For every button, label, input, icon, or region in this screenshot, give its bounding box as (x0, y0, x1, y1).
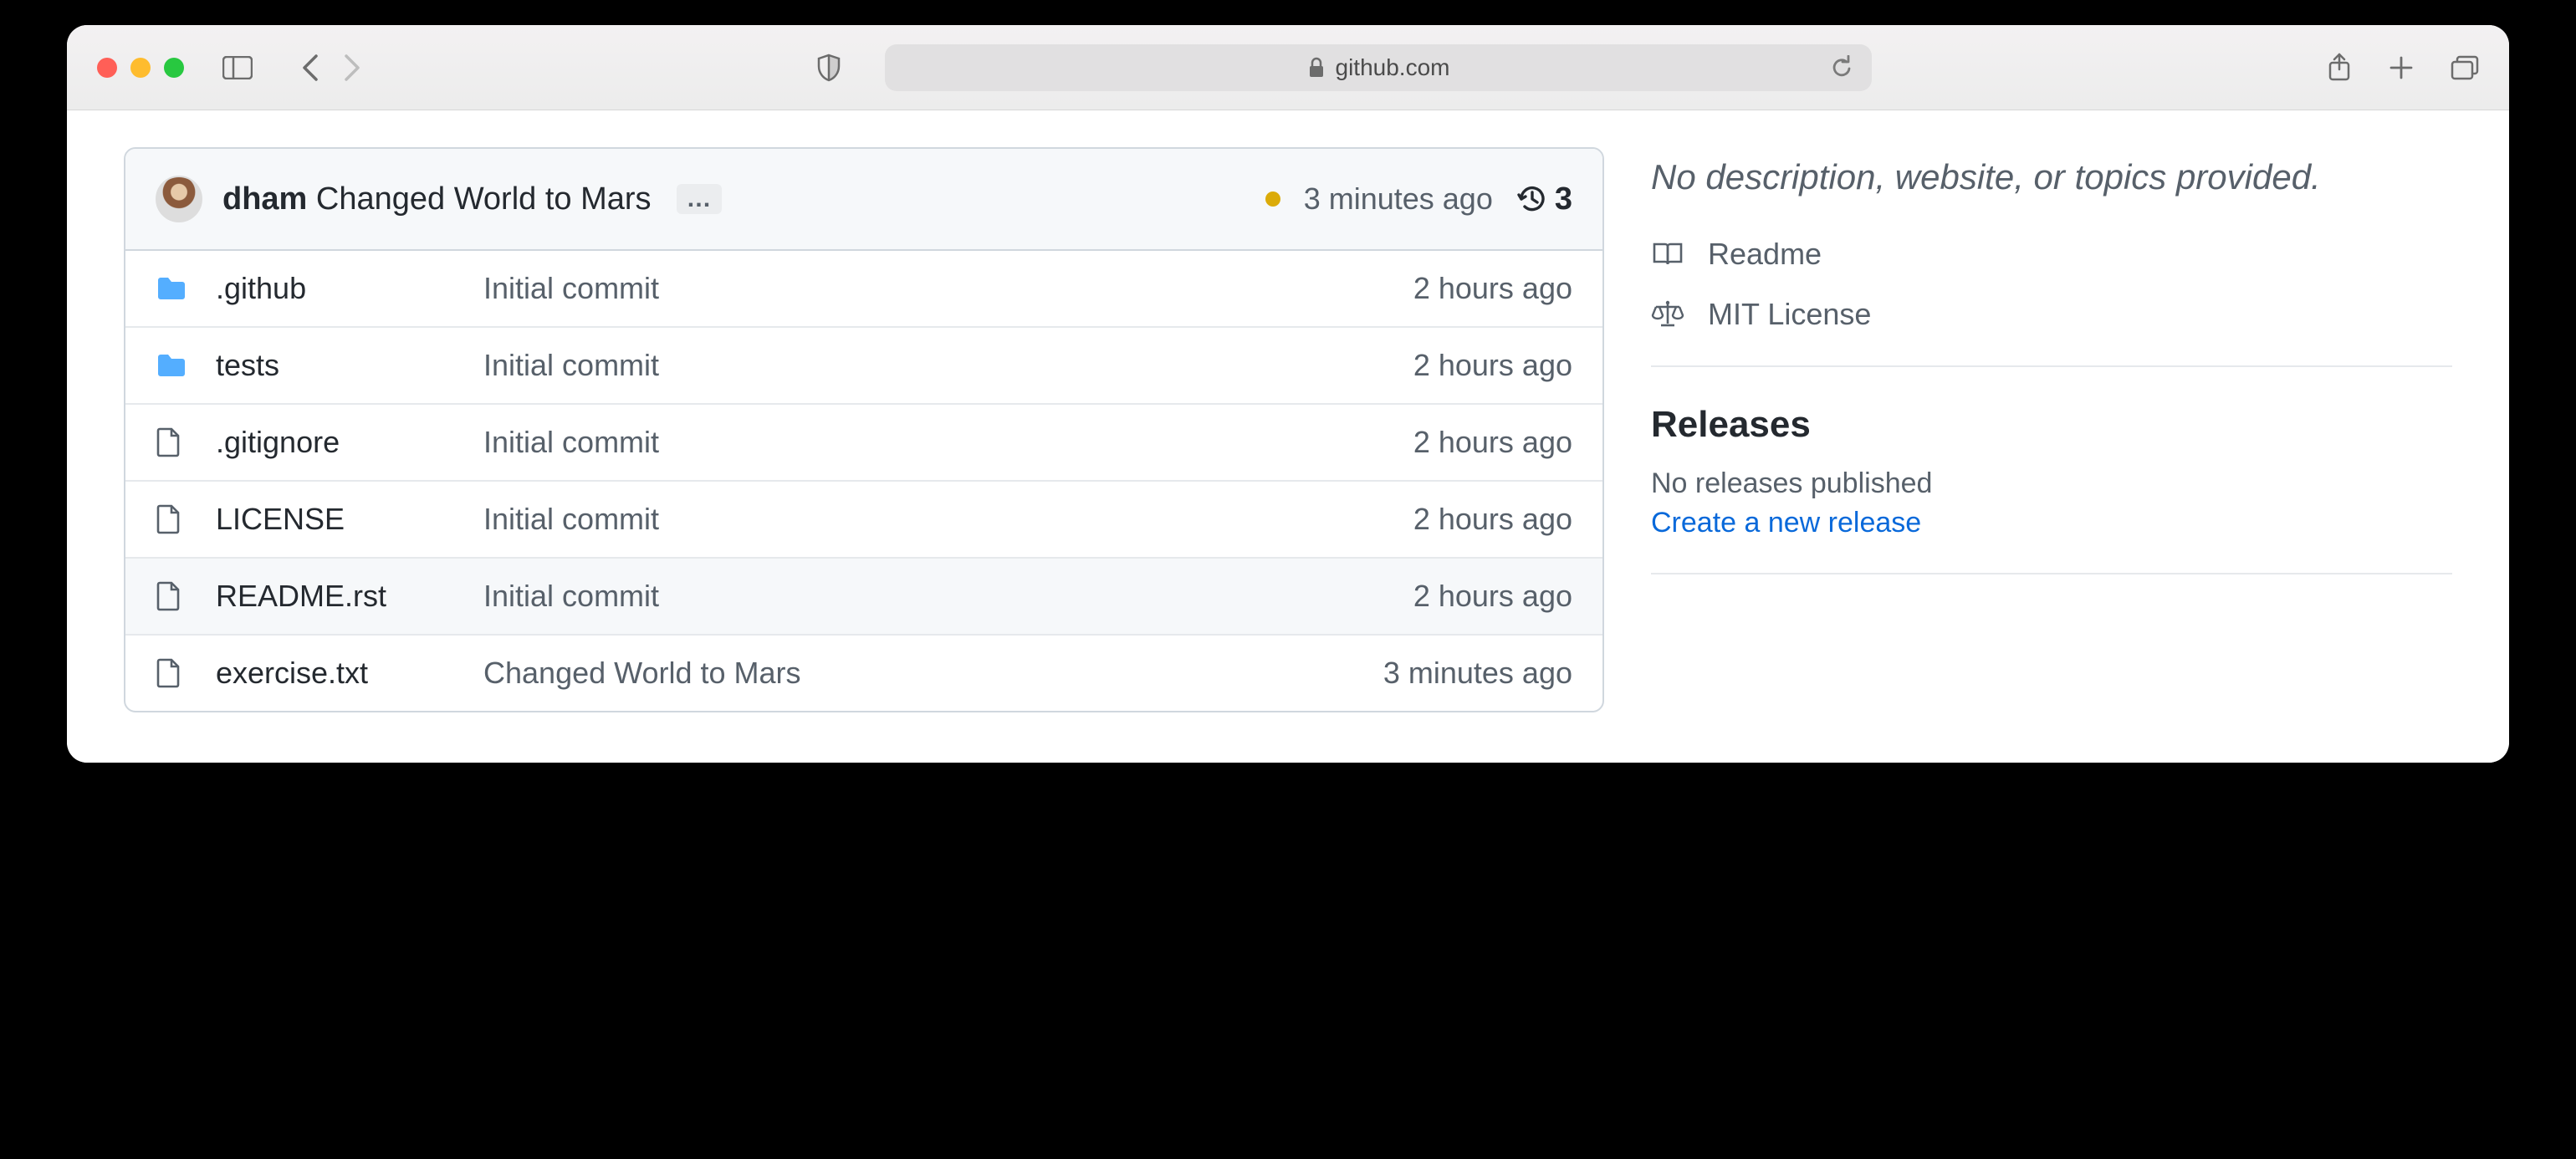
law-icon (1651, 300, 1684, 329)
commit-details-button[interactable]: … (677, 184, 722, 214)
file-name[interactable]: tests (216, 348, 483, 383)
file-icon (156, 580, 192, 612)
window-controls (97, 58, 184, 78)
url-host: github.com (1336, 54, 1450, 81)
repo-sidebar: No description, website, or topics provi… (1651, 147, 2452, 712)
minimize-window-button[interactable] (130, 58, 151, 78)
file-commit-message[interactable]: Initial commit (483, 348, 1413, 383)
lock-icon (1307, 57, 1326, 79)
license-label: MIT License (1708, 297, 1871, 332)
about-text: No description, website, or topics provi… (1651, 152, 2452, 203)
readme-link[interactable]: Readme (1651, 237, 2452, 272)
new-tab-button[interactable] (2389, 53, 2414, 83)
file-row[interactable]: .gitignoreInitial commit2 hours ago (125, 405, 1602, 482)
nav-arrows (301, 54, 361, 81)
avatar[interactable] (156, 176, 202, 222)
file-commit-time[interactable]: 3 minutes ago (1383, 656, 1572, 691)
file-name[interactable]: LICENSE (216, 502, 483, 537)
create-release-link[interactable]: Create a new release (1651, 507, 2452, 539)
divider (1651, 365, 2452, 367)
sidebar-toggle-button[interactable] (222, 56, 253, 79)
file-row[interactable]: exercise.txtChanged World to Mars3 minut… (125, 636, 1602, 711)
commit-message-text: Changed World to Mars (316, 181, 652, 217)
folder-icon (156, 352, 192, 379)
tabs-overview-button[interactable] (2451, 53, 2479, 83)
browser-toolbar: github.com (67, 25, 2509, 110)
history-icon (1516, 183, 1548, 215)
latest-commit-bar: dham Changed World to Mars … 3 minutes a… (125, 149, 1602, 251)
book-icon (1651, 241, 1684, 268)
file-row[interactable]: README.rstInitial commit2 hours ago (125, 559, 1602, 636)
file-row[interactable]: .githubInitial commit2 hours ago (125, 251, 1602, 328)
file-commit-time[interactable]: 2 hours ago (1413, 579, 1572, 614)
commits-history-link[interactable]: 3 (1516, 181, 1572, 217)
releases-heading: Releases (1651, 404, 2452, 446)
page-content: dham Changed World to Mars … 3 minutes a… (67, 110, 2509, 763)
file-commit-time[interactable]: 2 hours ago (1413, 425, 1572, 460)
commit-time[interactable]: 3 minutes ago (1304, 181, 1493, 217)
reload-button[interactable] (1830, 55, 1853, 80)
file-listing: dham Changed World to Mars … 3 minutes a… (124, 147, 1604, 712)
commit-count: 3 (1555, 181, 1572, 217)
file-icon (156, 657, 192, 689)
divider (1651, 573, 2452, 574)
releases-empty-text: No releases published (1651, 467, 2452, 500)
file-name[interactable]: .github (216, 271, 483, 306)
ci-status-icon[interactable] (1265, 191, 1280, 207)
toolbar-right (2327, 53, 2479, 83)
maximize-window-button[interactable] (164, 58, 184, 78)
file-commit-message[interactable]: Initial commit (483, 579, 1413, 614)
share-button[interactable] (2327, 53, 2352, 83)
file-commit-message[interactable]: Initial commit (483, 271, 1413, 306)
file-commit-message[interactable]: Initial commit (483, 425, 1413, 460)
file-icon (156, 503, 192, 535)
file-commit-message[interactable]: Initial commit (483, 502, 1413, 537)
file-name[interactable]: .gitignore (216, 425, 483, 460)
file-commit-message[interactable]: Changed World to Mars (483, 656, 1383, 691)
file-name[interactable]: exercise.txt (216, 656, 483, 691)
folder-icon (156, 275, 192, 302)
readme-label: Readme (1708, 237, 1822, 272)
address-bar[interactable]: github.com (885, 44, 1872, 91)
forward-button[interactable] (343, 54, 361, 81)
license-link[interactable]: MIT License (1651, 297, 2452, 332)
file-icon (156, 426, 192, 458)
file-name[interactable]: README.rst (216, 579, 483, 614)
close-window-button[interactable] (97, 58, 117, 78)
commit-author[interactable]: dham (222, 181, 307, 217)
file-commit-time[interactable]: 2 hours ago (1413, 271, 1572, 306)
file-row[interactable]: LICENSEInitial commit2 hours ago (125, 482, 1602, 559)
latest-commit-message[interactable]: dham Changed World to Mars (222, 181, 652, 217)
back-button[interactable] (301, 54, 319, 81)
file-commit-time[interactable]: 2 hours ago (1413, 348, 1572, 383)
file-commit-time[interactable]: 2 hours ago (1413, 502, 1572, 537)
file-row[interactable]: testsInitial commit2 hours ago (125, 328, 1602, 405)
privacy-shield-icon[interactable] (816, 54, 841, 82)
browser-window: github.com dham Changed World (67, 25, 2509, 763)
